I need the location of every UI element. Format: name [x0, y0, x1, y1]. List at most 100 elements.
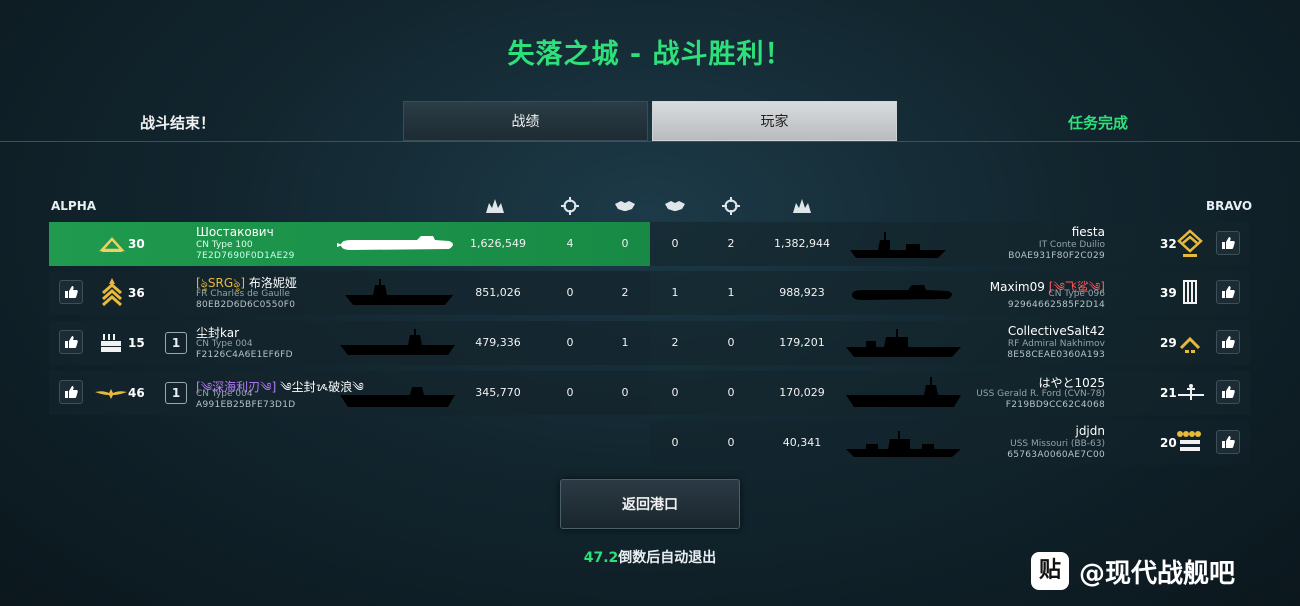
damage-value: 345,770: [475, 386, 521, 399]
player-name: jdjdn: [1075, 424, 1105, 438]
damage-icon: [486, 199, 504, 213]
rank-badge-icon: [1179, 336, 1201, 353]
thumbs-up-icon: [65, 286, 78, 298]
player-level: 39: [1160, 286, 1177, 300]
player-level: 32: [1160, 237, 1177, 251]
tab-stats[interactable]: 战绩: [403, 101, 648, 141]
player-id: B0AE931F80F2C029: [1008, 251, 1105, 261]
player-ship: CN Type 004: [196, 389, 253, 399]
kills-value: 2: [727, 237, 735, 250]
team-bravo-label: BRAVO: [1206, 199, 1253, 213]
player-ship: USS Missouri (BB-63): [1010, 439, 1105, 449]
damage-icon: [793, 199, 811, 213]
player-ship: CN Type 096: [1048, 289, 1105, 299]
player-ship: RF Admiral Nakhimov: [1007, 339, 1105, 349]
tieba-logo-icon: 贴: [1031, 552, 1069, 590]
countdown-text: 倒数后自动退出: [618, 550, 717, 566]
thumbs-up-button[interactable]: [1216, 430, 1240, 454]
battleship-silhouette-icon: [846, 431, 961, 457]
thumbs-up-button[interactable]: [59, 380, 83, 404]
crosshair-icon: [561, 197, 579, 215]
thumbs-up-button[interactable]: [1216, 280, 1240, 304]
player-ship: IT Conte Duilio: [1038, 240, 1105, 250]
player-level: 15: [128, 336, 145, 350]
player-id: F2126C4A6E1EF6FD: [196, 350, 293, 360]
team-alpha-label: ALPHA: [51, 199, 97, 213]
damage-value: 479,336: [475, 336, 521, 349]
thumbs-up-icon: [1222, 336, 1235, 348]
mission-complete-label: 任务完成: [1068, 114, 1129, 132]
alpha-row-self: 30 Шостакович CN Type 100 7E2D7690F0D1AE…: [49, 222, 650, 266]
rank-badge-icon: [1178, 384, 1204, 400]
player-ship: CN Type 004: [196, 339, 253, 349]
player-ship: USS Gerald R. Ford (CVN-78): [976, 389, 1105, 399]
damage-value: 40,341: [782, 436, 822, 449]
player-id: 92964662585F2D14: [1007, 300, 1105, 310]
thumbs-up-button[interactable]: [59, 280, 83, 304]
player-level: 30: [128, 237, 145, 251]
rank-badge-icon: [101, 334, 121, 352]
damage-value: 851,026: [475, 286, 521, 299]
thumbs-up-button[interactable]: [1216, 380, 1240, 404]
damage-value: 1,382,944: [774, 237, 830, 250]
thumbs-up-button[interactable]: [59, 330, 83, 354]
kills-value: 1: [727, 286, 735, 299]
return-to-port-button[interactable]: 返回港口: [560, 479, 740, 529]
header-divider: [0, 141, 1300, 142]
thumbs-up-button[interactable]: [1216, 231, 1240, 255]
damage-value: 1,626,549: [470, 237, 526, 250]
damage-value: 988,923: [779, 286, 825, 299]
player-level: 21: [1160, 386, 1177, 400]
rank-badge-icon: [1177, 431, 1201, 451]
player-level: 29: [1160, 336, 1177, 350]
carrier-silhouette-icon: [846, 377, 961, 407]
player-id: A991EB25BFE73D1D: [196, 400, 296, 410]
player-id: 65763A0060AE7C00: [1007, 450, 1105, 460]
thumbs-up-icon: [1222, 386, 1235, 398]
alpha-row: 15 1 尘封kar CN Type 004 F2126C4A6E1EF6FD …: [49, 321, 650, 365]
thumbs-up-button[interactable]: [1216, 330, 1240, 354]
rank-badge-icon: [1183, 280, 1197, 304]
bravo-row: 0 0 170,029 はやと1025 USS Gerald R. Ford (…: [650, 371, 1250, 415]
submarine-icon: [337, 236, 453, 250]
player-id: 80EB2D6D6C0550F0: [196, 300, 296, 310]
player-ship: FR Charles de Gaulle: [196, 289, 290, 299]
player-name: CollectiveSalt42: [1007, 324, 1105, 338]
thumbs-up-icon: [1222, 436, 1235, 448]
crosshair-icon: [722, 197, 740, 215]
header-row: 战斗结束！ 战绩 玩家 任务完成: [0, 101, 1300, 141]
player-name: Шостакович: [196, 225, 274, 239]
player-name: fiesta: [1071, 225, 1105, 239]
player-id: F219BD9CC62C4068: [1005, 400, 1105, 410]
bravo-row: 1 1 988,923 Maxim09 [༄飞鲨༄] CN Type 096 9…: [650, 271, 1250, 315]
kills-value: 0: [727, 336, 735, 349]
countdown-seconds: 47.2: [583, 550, 619, 566]
alpha-row: 36 [ৡSRGৡ] 布洛妮娅 FR Charles de Gaulle 80E…: [49, 271, 650, 315]
squad-badge: 1: [165, 382, 187, 404]
player-id: 8E58CEAE0360A193: [1007, 350, 1105, 360]
damage-value: 179,201: [779, 336, 825, 349]
thumbs-up-icon: [65, 386, 78, 398]
thumbs-up-icon: [1222, 237, 1235, 249]
player-level: 46: [128, 386, 145, 400]
battle-result-title: 失落之城 - 战斗胜利！: [507, 39, 793, 70]
rank-badge-icon: [1177, 229, 1203, 257]
watermark-text: @现代战舰吧: [1079, 558, 1236, 589]
cruiser-silhouette-icon: [846, 329, 961, 357]
submarine-silhouette-icon: [852, 285, 952, 300]
tab-players[interactable]: 玩家: [652, 101, 897, 141]
thumbs-up-icon: [1222, 286, 1235, 298]
watermark: 贴 @现代战舰吧: [1031, 551, 1235, 591]
thumbs-up-icon: [65, 336, 78, 348]
player-id: 7E2D7690F0D1AE29: [196, 251, 295, 261]
bravo-row: 2 0 179,201 CollectiveSalt42 RF Admiral …: [650, 321, 1250, 365]
squad-badge: 1: [165, 332, 187, 354]
bravo-row: 0 0 40,341 jdjdn USS Missouri (BB-63) 65…: [650, 421, 1250, 465]
carrier-silhouette-icon: [340, 387, 455, 407]
kills-value: 0: [727, 436, 735, 449]
carrier-silhouette-icon: [340, 329, 455, 355]
handshake-icon: [665, 201, 685, 211]
battle-end-label: 战斗结束！: [140, 114, 216, 132]
rank-badge-icon: [99, 237, 125, 252]
carrier-silhouette-icon: [345, 279, 453, 305]
